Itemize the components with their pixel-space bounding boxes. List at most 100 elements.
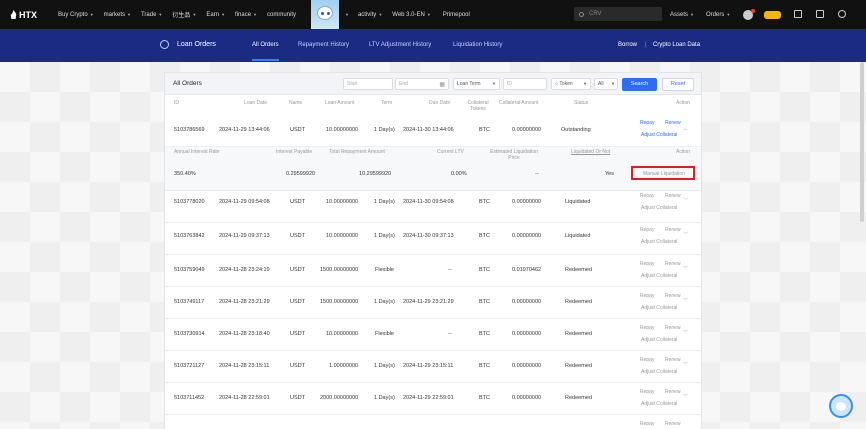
renew-button[interactable]: Renew [665, 261, 681, 267]
adjust-collateral-button[interactable]: Adjust Collateral [641, 239, 677, 245]
renew-button[interactable]: Renew [665, 293, 681, 299]
chevron-down-icon[interactable]: ﹀ [683, 393, 688, 400]
repay-button[interactable]: Repay [640, 193, 654, 199]
chevron-down-icon[interactable]: ﹀ [683, 361, 688, 368]
chevron-down-icon: ▼ [221, 12, 226, 17]
renew-button[interactable]: Renew [665, 357, 681, 363]
adjust-collateral-button[interactable]: Adjust Collateral [641, 369, 677, 375]
adjust-collateral-button[interactable]: Adjust Collateral [641, 305, 677, 311]
interest-rate: 350.40% [174, 171, 196, 177]
nav-assets[interactable]: Assets ▼ [670, 0, 694, 29]
borrow-link[interactable]: Borrow [618, 42, 637, 48]
tab-repayment-history[interactable]: Repayment History [298, 42, 349, 48]
crypto-loan-data-link[interactable]: Crypto Loan Data [653, 42, 700, 48]
repay-button[interactable]: Repay [640, 357, 654, 363]
nav-web3[interactable]: Web 3.0-EN ▼ [392, 12, 431, 18]
calendar-icon: ▦ [439, 82, 445, 88]
nav-buy-crypto[interactable]: Buy Crypto ▼ [58, 12, 94, 18]
nav-markets[interactable]: markets ▼ [104, 12, 131, 18]
loan-amount: 1500.00000000 [320, 299, 359, 305]
chevron-down-icon: ▼ [426, 12, 431, 17]
renew-button[interactable]: Renew [665, 421, 681, 427]
chevron-down-icon[interactable]: ﹀ [683, 265, 688, 272]
chevron-down-icon: ▼ [253, 12, 258, 17]
tab-liquidation-history[interactable]: Liquidation History [453, 42, 502, 48]
chevron-down-icon[interactable]: ﹀ [683, 231, 688, 238]
nav-primepool[interactable]: Primepool [443, 12, 470, 18]
table-row: 5103763842 2024-11-29 09:37:13 USDT 10.0… [165, 223, 701, 255]
avatar-icon[interactable] [743, 9, 755, 20]
order-id: 5103786569 [174, 127, 205, 133]
loan-date: 2024-11-28 23:15:11 [219, 363, 270, 369]
chevron-down-icon[interactable]: ﹀ [683, 329, 688, 336]
id-input[interactable]: ID [503, 78, 547, 90]
repay-button[interactable]: Repay [640, 325, 654, 331]
nav-earn[interactable]: Earn ▼ [206, 12, 225, 18]
loan-amount: 10.00000000 [326, 199, 359, 205]
tab-all-orders[interactable]: All Orders [252, 42, 279, 61]
collateral-token: BTC [479, 127, 490, 133]
end-date-field[interactable]: End ▦ [395, 78, 449, 90]
table-row: 5103749117 2024-11-28 23:21:29 USDT 1500… [165, 287, 701, 319]
nav-finace[interactable]: finace ▼ [235, 12, 257, 18]
status-text: Redeemed [565, 267, 592, 273]
collateral-amount: 0.00000000 [512, 395, 542, 401]
nav-community[interactable]: community [267, 12, 296, 18]
chevron-down-icon[interactable]: ﹀ [683, 297, 688, 304]
repay-button[interactable]: Repay [640, 293, 654, 299]
adjust-collateral-button[interactable]: Adjust Collateral [641, 273, 677, 279]
nav-orders[interactable]: Orders ▼ [706, 0, 730, 29]
due-date: -- [448, 267, 452, 273]
repay-button[interactable]: Repay [640, 227, 654, 233]
chevron-down-icon[interactable]: ﹀ [683, 197, 688, 204]
notification-icon[interactable] [794, 10, 802, 18]
collateral-amount: 0.00000000 [512, 199, 542, 205]
loan-date: 2024-11-29 09:37:13 [219, 233, 270, 239]
repay-button[interactable]: Repay [640, 389, 654, 395]
mascot-face [317, 6, 333, 20]
filter-bar: All Orders Start End ▦ Loan Term ▼ ID ○ To… [165, 73, 701, 95]
renew-button[interactable]: Renew [665, 193, 681, 199]
search-button[interactable]: Search [622, 78, 657, 91]
loan-term-select[interactable]: Loan Term ▼ [453, 78, 500, 90]
chevron-up-icon[interactable]: ︿ [683, 125, 688, 132]
adjust-collateral-button[interactable]: Adjust Collateral [641, 132, 677, 138]
support-chat-icon[interactable] [829, 394, 853, 418]
loan-date: 2024-11-28 23:18:40 [219, 331, 270, 337]
repay-button[interactable]: Repay [640, 421, 654, 427]
header-total-repayment: Total Repayment Amount [329, 149, 385, 155]
nav-activity[interactable]: activity ▼ [358, 12, 382, 18]
adjust-collateral-button[interactable]: Adjust Collateral [641, 205, 677, 211]
table-row: 5103786569 2024-11-29 13:44:06 USDT 10.0… [165, 113, 701, 147]
download-icon[interactable] [816, 10, 824, 18]
tab-ltv-adjustment-history[interactable]: LTV Adjustment History [369, 42, 431, 48]
search-input[interactable]: CRV [574, 7, 662, 21]
repay-button[interactable]: Repay [640, 261, 654, 267]
htx-logo[interactable]: HTX [10, 10, 50, 20]
all-select[interactable]: All ▼ [594, 78, 618, 90]
notification-dot [751, 9, 755, 13]
coin-name: USDT [290, 331, 305, 337]
nav-derivatives[interactable]: 衍生品 ▼ [172, 10, 196, 19]
renew-button[interactable]: Renew [665, 325, 681, 331]
panel-title: All Orders [173, 80, 202, 87]
settings-icon[interactable] [838, 10, 846, 18]
start-date-field[interactable]: Start [343, 78, 393, 90]
due-date: 2024-11-30 09:37:13 [403, 233, 454, 239]
header-interest-rate: Annual Interest Rate [174, 149, 220, 155]
chevron-down-icon: ▼ [158, 12, 163, 17]
vip-badge[interactable] [764, 11, 781, 19]
adjust-collateral-button[interactable]: Adjust Collateral [641, 337, 677, 343]
nav-trade[interactable]: Trade ▼ [141, 12, 162, 18]
renew-button[interactable]: Renew [665, 227, 681, 233]
order-detail-panel: Annual Interest Rate Interest Payable To… [165, 147, 701, 191]
adjust-collateral-button[interactable]: Adjust Collateral [641, 401, 677, 407]
renew-button[interactable]: Renew [665, 389, 681, 395]
reset-button[interactable]: Reset [662, 78, 694, 91]
mascot-banner-image[interactable] [311, 0, 339, 29]
page-scrollbar[interactable] [860, 62, 864, 222]
repay-button[interactable]: Repay [640, 120, 654, 126]
manual-liquidation-button[interactable]: Manual Liquidation [643, 171, 685, 177]
renew-button[interactable]: Renew [665, 120, 681, 126]
token-select[interactable]: ○ Token ▼ [551, 78, 591, 90]
